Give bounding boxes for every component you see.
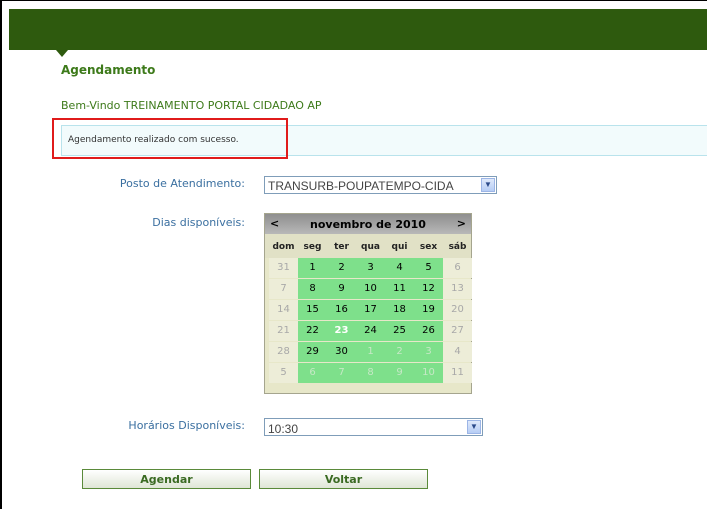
voltar-button[interactable]: Voltar: [259, 469, 428, 489]
arrow-down-icon: [56, 50, 68, 57]
weekday-label: dom: [272, 242, 295, 252]
calendar-next-button[interactable]: >: [457, 217, 466, 230]
posto-select-value: TRANSURB-POUPATEMPO-CIDA: [268, 179, 454, 193]
horarios-label: Horários Disponíveis:: [128, 419, 245, 432]
horarios-select-value: 10:30: [268, 422, 299, 436]
calendar-day: 11: [443, 363, 472, 383]
calendar-header: < novembro de 2010 >: [265, 214, 471, 234]
calendar-day: 6: [443, 258, 472, 278]
calendar-day[interactable]: 9: [327, 279, 356, 299]
calendar-day[interactable]: 5: [414, 258, 443, 278]
calendar-day[interactable]: 2: [327, 258, 356, 278]
calendar-day[interactable]: 26: [414, 321, 443, 341]
calendar-day: 27: [443, 321, 472, 341]
calendar-day: 31: [269, 258, 298, 278]
calendar-day: 4: [443, 342, 472, 362]
calendar-day[interactable]: 15: [298, 300, 327, 320]
calendar-day: 6: [298, 363, 327, 383]
calendar-day[interactable]: 1: [298, 258, 327, 278]
calendar-day[interactable]: 29: [298, 342, 327, 362]
calendar-day[interactable]: 16: [327, 300, 356, 320]
calendar-day: 5: [269, 363, 298, 383]
welcome-text: Bem-Vindo TREINAMENTO PORTAL CIDADAO AP: [61, 99, 322, 112]
calendar-day: 14: [269, 300, 298, 320]
calendar-day[interactable]: 3: [356, 258, 385, 278]
calendar-day: 10: [414, 363, 443, 383]
frame-top-border: [0, 0, 707, 1]
calendar-day-selected[interactable]: 23: [327, 321, 356, 341]
calendar-weekday-row: dom seg ter qua qui sex sáb: [265, 234, 471, 258]
calendar-day: 13: [443, 279, 472, 299]
calendar-day[interactable]: 22: [298, 321, 327, 341]
weekday-label: qua: [361, 242, 380, 252]
weekday-label: sáb: [448, 242, 467, 252]
chevron-down-icon[interactable]: ▼: [481, 178, 495, 192]
calendar-day[interactable]: 8: [298, 279, 327, 299]
calendar-day[interactable]: 11: [385, 279, 414, 299]
calendar-month-title: novembro de 2010: [310, 218, 426, 231]
calendar-day[interactable]: 17: [356, 300, 385, 320]
weekday-label: qui: [391, 242, 408, 252]
calendar-day[interactable]: 18: [385, 300, 414, 320]
calendar-day[interactable]: 12: [414, 279, 443, 299]
calendar-day: 9: [385, 363, 414, 383]
posto-select[interactable]: TRANSURB-POUPATEMPO-CIDA ▼: [264, 176, 497, 194]
calendar-day: 28: [269, 342, 298, 362]
calendar-day[interactable]: 4: [385, 258, 414, 278]
calendar-day: 7: [327, 363, 356, 383]
posto-label: Posto de Atendimento:: [119, 177, 245, 190]
weekday-label: ter: [334, 242, 349, 252]
calendar: < novembro de 2010 > dom seg ter qua qui…: [264, 213, 472, 394]
calendar-day: 8: [356, 363, 385, 383]
agendar-button[interactable]: Agendar: [82, 469, 251, 489]
calendar-day: 21: [269, 321, 298, 341]
calendar-day: 2: [385, 342, 414, 362]
header-bar: [9, 9, 707, 50]
weekday-label: seg: [303, 242, 322, 252]
calendar-day: 3: [414, 342, 443, 362]
message-highlight-outline: [52, 118, 288, 159]
page-title: Agendamento: [61, 63, 156, 77]
dias-label: Dias disponíveis:: [152, 216, 245, 229]
calendar-day: 1: [356, 342, 385, 362]
calendar-day[interactable]: 30: [327, 342, 356, 362]
frame-left-border: [0, 0, 2, 509]
weekday-label: sex: [419, 242, 438, 252]
calendar-day[interactable]: 25: [385, 321, 414, 341]
calendar-day[interactable]: 24: [356, 321, 385, 341]
chevron-down-icon[interactable]: ▼: [467, 420, 481, 434]
calendar-day: 20: [443, 300, 472, 320]
calendar-day[interactable]: 19: [414, 300, 443, 320]
calendar-day: 7: [269, 279, 298, 299]
calendar-day[interactable]: 10: [356, 279, 385, 299]
horarios-select[interactable]: 10:30 ▼: [264, 418, 483, 436]
